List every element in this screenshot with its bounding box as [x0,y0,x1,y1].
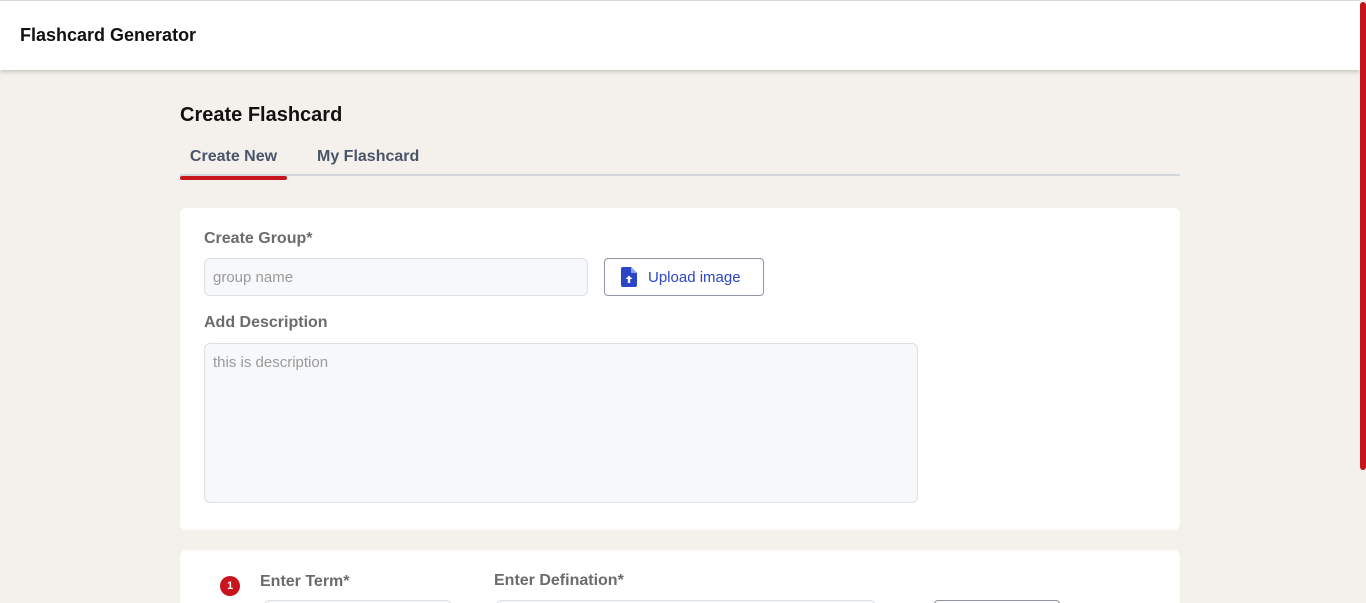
scrollbar-thumb[interactable] [1360,2,1366,470]
group-name-input[interactable] [204,258,588,296]
page-title: Create Flashcard [180,104,343,126]
upload-image-button[interactable]: Upload image [604,258,764,296]
group-card: Create Group* Upload image Add Descripti… [180,208,1180,530]
app-title: Flashcard Generator [20,25,197,45]
term-index-badge: 1 [220,576,240,596]
page-scrollbar[interactable] [1360,0,1366,603]
file-upload-icon [621,267,637,287]
term-card: 1 Enter Term* Enter Defination* [180,550,1180,603]
description-textarea[interactable] [204,343,918,503]
term-label: Enter Term* [260,573,350,590]
tab-bar: Create New My Flashcard [180,140,1180,180]
top-app-bar: Flashcard Generator [0,0,1360,70]
create-group-label: Create Group* [204,230,313,247]
tab-my-flashcard[interactable]: My Flashcard [317,148,419,176]
description-label: Add Description [204,314,328,331]
definition-label: Enter Defination* [494,572,624,589]
upload-image-label: Upload image [648,268,741,286]
tab-create-new[interactable]: Create New [180,148,287,180]
